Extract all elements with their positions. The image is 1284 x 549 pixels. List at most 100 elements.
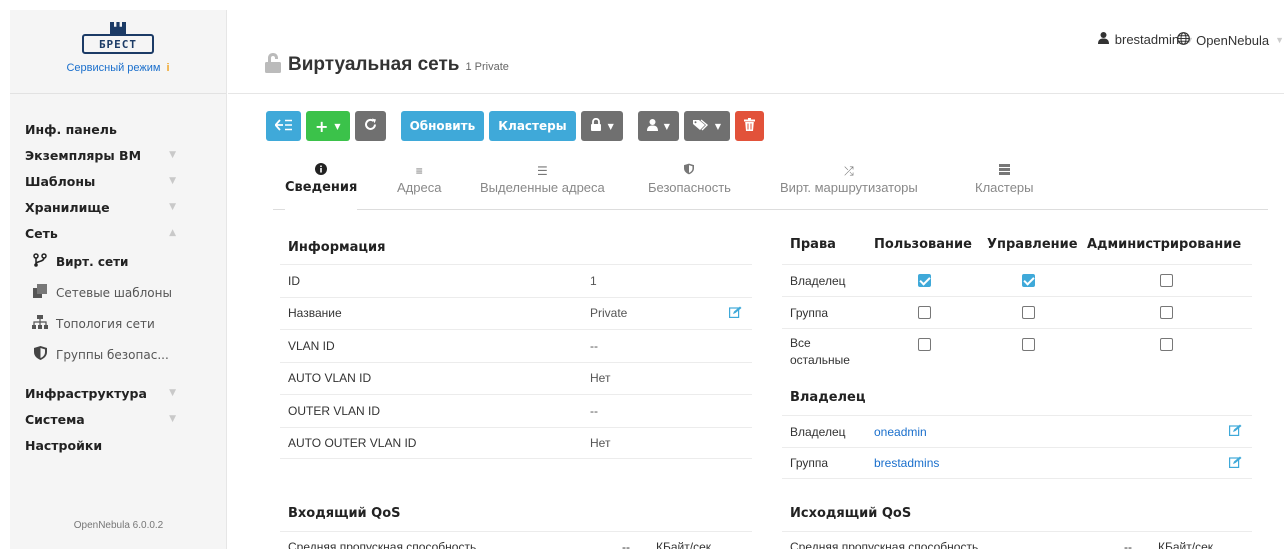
group-use-checkbox[interactable]: [918, 306, 931, 319]
qos-out-label: Средняя пропускная способность: [790, 540, 979, 549]
delete-button[interactable]: [735, 111, 765, 141]
sidebar-item-label: Инфраструктура: [25, 385, 147, 401]
owner-row: Владелец oneadmin: [782, 415, 1252, 447]
owner-value-link[interactable]: brestadmins: [874, 456, 939, 470]
tab-addresses[interactable]: ≡ Адреса: [397, 162, 441, 210]
info-key: OUTER VLAN ID: [288, 403, 381, 418]
edit-icon[interactable]: [729, 306, 742, 321]
owner-table: Владелец oneadmin Группа brestadmins: [782, 415, 1252, 479]
edit-icon[interactable]: [1229, 456, 1242, 471]
tab-leases[interactable]: ☰ Выделенные адреса: [480, 162, 605, 210]
zone-menu[interactable]: OpenNebula ▼: [1177, 32, 1284, 48]
tab-vrouters[interactable]: ⤮ Вирт. маршрутизаторы: [780, 162, 918, 210]
logo-text: БРЕСТ: [82, 34, 154, 54]
info-row: AUTO OUTER VLAN ID Нет: [280, 426, 752, 459]
refresh-button[interactable]: [354, 111, 386, 141]
sidebar-item-vms[interactable]: Экземпляры ВМ ▼: [10, 142, 226, 168]
user-name: brestadmin: [1114, 32, 1180, 47]
random-icon: ⤮: [844, 164, 854, 178]
info-row: AUTO VLAN ID Нет: [280, 361, 752, 395]
owner-value-link[interactable]: oneadmin: [874, 425, 927, 439]
sidebar-item-templates[interactable]: Шаблоны ▼: [10, 168, 226, 194]
page-subtitle: 1 Private: [465, 61, 509, 73]
qos-out-row: Средняя пропускная способность -- КБайт/…: [782, 531, 1252, 549]
user-icon: [1097, 32, 1109, 47]
tab-label: Адреса: [397, 180, 442, 195]
perm-header-admin: Администрирование: [1087, 237, 1242, 252]
shield-icon: [684, 162, 695, 180]
sidebar-item-label: Вирт. сети: [56, 254, 129, 269]
qos-in-label: Средняя пропускная способность: [288, 540, 477, 549]
sidebar-item-label: Шаблоны: [25, 173, 96, 189]
edit-icon[interactable]: [1229, 424, 1242, 439]
perm-header-use: Пользование: [874, 237, 972, 252]
info-key: Название: [288, 306, 342, 321]
qos-in-title: Входящий QoS: [288, 506, 401, 521]
owner-admin-checkbox[interactable]: [1160, 274, 1173, 287]
perm-row-label: Все остальные: [790, 336, 850, 367]
clusters-button[interactable]: Кластеры: [489, 111, 576, 141]
brest-logo[interactable]: БРЕСТ: [81, 22, 155, 58]
sidebar-menu: Инф. панель Экземпляры ВМ ▼ Шаблоны ▼ Хр…: [10, 94, 226, 458]
sidebar-item-net-templates[interactable]: Сетевые шаблоны: [10, 277, 226, 308]
qos-out-unit: КБайт/сек: [1158, 540, 1213, 549]
perm-row-other: Все остальные: [782, 328, 1252, 374]
version-label: OpenNebula 6.0.0.2: [73, 520, 164, 531]
back-button[interactable]: [266, 111, 301, 141]
info-value: 1: [590, 273, 597, 288]
zone-name: OpenNebula: [1196, 32, 1270, 48]
group-admin-checkbox[interactable]: [1160, 306, 1173, 319]
sidebar-item-settings[interactable]: Настройки: [10, 432, 226, 458]
page-title: Виртуальная сеть 1 Private: [264, 50, 509, 76]
tab-clusters[interactable]: Кластеры: [975, 162, 1034, 210]
info-icon: i: [166, 62, 170, 74]
create-button[interactable]: + ▼: [306, 111, 350, 141]
sidebar-item-network[interactable]: Сеть ▲: [10, 220, 226, 246]
lock-icon: [590, 117, 602, 134]
other-manage-checkbox[interactable]: [1022, 338, 1035, 351]
sidebar-item-storage[interactable]: Хранилище ▼: [10, 194, 226, 220]
tab-info[interactable]: Сведения: [285, 162, 358, 210]
sitemap-icon: [32, 314, 48, 333]
tab-security[interactable]: Безопасность: [648, 162, 731, 210]
perm-row-group: Группа: [782, 296, 1252, 328]
chevron-down-icon: ▼: [169, 176, 176, 186]
sidebar-item-infrastructure[interactable]: Инфраструктура ▼: [10, 380, 226, 406]
permissions-table: Владелец Группа Все остальные: [782, 264, 1252, 374]
other-admin-checkbox[interactable]: [1160, 338, 1173, 351]
owner-use-checkbox[interactable]: [918, 274, 931, 287]
top-border: [0, 0, 1284, 10]
change-owner-button[interactable]: ▼: [637, 111, 679, 141]
service-mode-label: Сервисный режим: [66, 62, 161, 74]
tab-label: Сведения: [285, 180, 358, 195]
header: Виртуальная сеть 1 Private brestadmin ▼ …: [228, 10, 1284, 94]
refresh-icon: [364, 118, 377, 134]
chevron-up-icon: ▲: [169, 228, 176, 238]
owner-manage-checkbox[interactable]: [1022, 274, 1035, 287]
chevron-down-icon: ▼: [714, 121, 722, 131]
info-value: Private: [590, 306, 628, 321]
update-button[interactable]: Обновить: [400, 111, 485, 141]
info-row: VLAN ID --: [280, 329, 752, 362]
back-list-icon: [274, 118, 292, 134]
plus-icon: +: [315, 116, 329, 136]
labels-button[interactable]: ▼: [683, 111, 731, 141]
info-value: Нет: [590, 435, 611, 450]
sidebar-item-vnets[interactable]: Вирт. сети: [10, 246, 226, 277]
lock-button[interactable]: ▼: [580, 111, 623, 141]
group-manage-checkbox[interactable]: [1022, 306, 1035, 319]
tab-label: Безопасность: [648, 180, 731, 195]
sidebar-item-topology[interactable]: Топология сети: [10, 308, 226, 339]
sidebar-item-label: Настройки: [25, 437, 103, 453]
fork-icon: [32, 252, 48, 271]
sidebar-item-dashboard[interactable]: Инф. панель: [10, 116, 226, 142]
unlock-icon: [264, 53, 282, 73]
other-use-checkbox[interactable]: [918, 338, 931, 351]
sidebar-item-label: Сетевые шаблоны: [56, 285, 172, 300]
sidebar-item-system[interactable]: Система ▼: [10, 406, 226, 432]
service-mode[interactable]: Сервисный режим i: [66, 62, 169, 74]
sidebar-item-label: Группы безопас...: [56, 347, 169, 362]
sidebar-item-secgroups[interactable]: Группы безопас...: [10, 339, 226, 370]
chevron-down-icon: ▼: [607, 121, 614, 131]
info-row: ID 1: [280, 264, 752, 297]
